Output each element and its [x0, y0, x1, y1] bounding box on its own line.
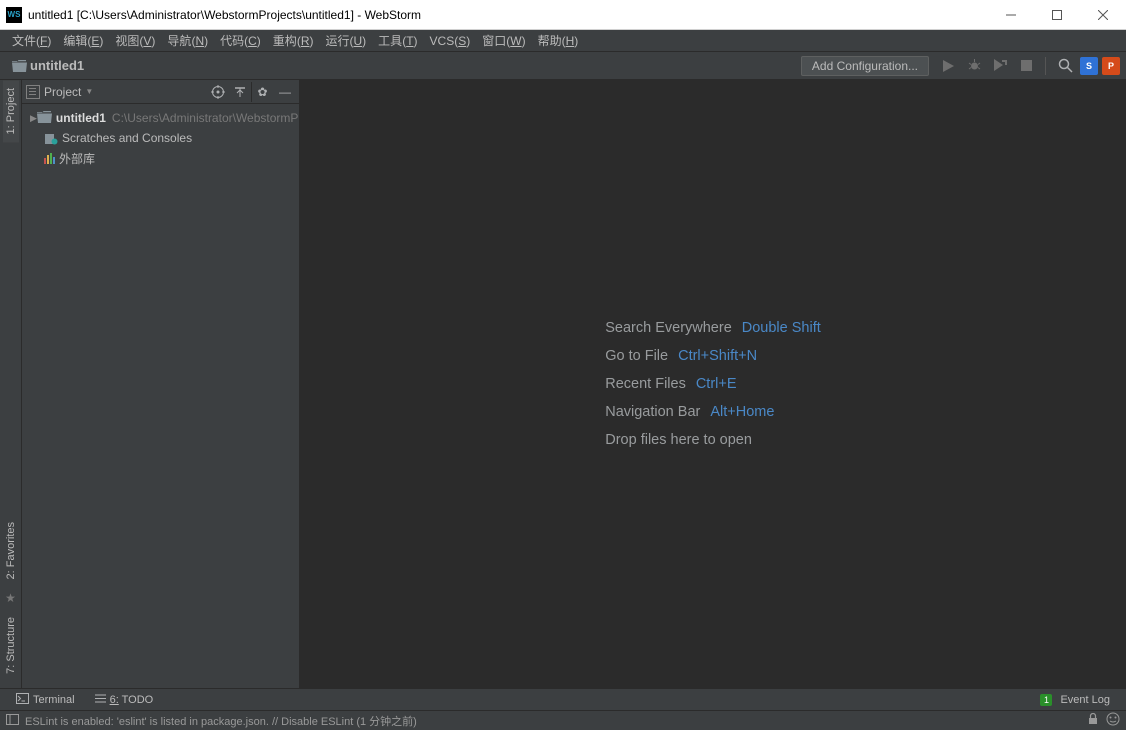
tool-window-toggle-icon[interactable]: [6, 714, 19, 728]
gear-icon[interactable]: ✿: [251, 82, 273, 102]
tree-scratches-label: Scratches and Consoles: [62, 131, 192, 145]
presentation-badge[interactable]: P: [1102, 57, 1120, 75]
minimize-button[interactable]: [988, 0, 1034, 30]
main-area: 1: Project 2: Favorites ★ 7: Structure P…: [0, 80, 1126, 688]
tool-tab-terminal[interactable]: Terminal: [6, 691, 85, 709]
expand-arrow-icon[interactable]: ▶: [30, 113, 37, 124]
tree-root-name: untitled1: [56, 111, 106, 125]
lock-icon[interactable]: [1088, 713, 1098, 728]
run-icon[interactable]: [935, 55, 961, 77]
tool-tab-project[interactable]: 1: Project: [3, 80, 19, 142]
hint-navigation-bar: Navigation BarAlt+Home: [605, 404, 821, 420]
project-panel-header: Project ▼ ✿ —: [22, 80, 299, 104]
close-button[interactable]: [1080, 0, 1126, 30]
bottom-tool-bar: Terminal 6: TODO 1 Event Log: [0, 688, 1126, 710]
search-icon[interactable]: [1052, 55, 1078, 77]
debug-icon[interactable]: [961, 55, 987, 77]
menu-window[interactable]: 窗口(W): [476, 30, 531, 51]
tool-tab-structure[interactable]: 7: Structure: [3, 609, 19, 682]
menu-navigate[interactable]: 导航(N): [161, 30, 214, 51]
window-titlebar: WS untitled1 [C:\Users\Administrator\Web…: [0, 0, 1126, 30]
star-icon: ★: [5, 591, 16, 605]
menu-run[interactable]: 运行(U): [319, 30, 372, 51]
translator-badge[interactable]: S: [1080, 57, 1098, 75]
collapse-all-icon[interactable]: [229, 82, 251, 102]
menu-tools[interactable]: 工具(T): [372, 30, 423, 51]
stop-icon[interactable]: [1013, 55, 1039, 77]
add-configuration-button[interactable]: Add Configuration...: [801, 56, 929, 76]
tree-root-path: C:\Users\Administrator\WebstormProjects\…: [112, 111, 299, 125]
folder-icon: [37, 111, 52, 126]
goofy-icon[interactable]: [1106, 712, 1120, 729]
todo-icon: [95, 693, 106, 707]
scratches-icon: [44, 133, 58, 144]
navigation-bar: untitled1 Add Configuration... S P: [0, 52, 1126, 80]
window-title: untitled1 [C:\Users\Administrator\Websto…: [28, 8, 421, 22]
event-log-label: Event Log: [1060, 694, 1110, 706]
hint-goto-file: Go to FileCtrl+Shift+N: [605, 348, 821, 364]
terminal-label: Terminal: [33, 694, 75, 706]
menu-code[interactable]: 代码(C): [214, 30, 267, 51]
app-icon: WS: [6, 7, 22, 23]
menu-refactor[interactable]: 重构(R): [267, 30, 320, 51]
tree-node-root[interactable]: ▶ untitled1 C:\Users\Administrator\Webst…: [22, 108, 299, 128]
chevron-down-icon[interactable]: ▼: [85, 87, 93, 96]
run-with-coverage-icon[interactable]: [987, 55, 1013, 77]
locate-icon[interactable]: [207, 82, 229, 102]
menu-file[interactable]: 文件(F): [6, 30, 57, 51]
project-panel: Project ▼ ✿ — ▶ untitled1 C:\Users\Admin…: [22, 80, 300, 688]
left-tool-gutter: 1: Project 2: Favorites ★ 7: Structure: [0, 80, 22, 688]
tool-tab-todo[interactable]: 6: TODO: [85, 691, 164, 709]
project-header-label[interactable]: Project: [44, 85, 81, 99]
menu-edit[interactable]: 编辑(E): [57, 30, 109, 51]
breadcrumb[interactable]: untitled1: [30, 58, 84, 73]
maximize-button[interactable]: [1034, 0, 1080, 30]
tree-node-external[interactable]: 外部库: [22, 148, 299, 168]
hint-recent-files: Recent FilesCtrl+E: [605, 376, 821, 392]
hide-panel-icon[interactable]: —: [273, 82, 295, 102]
status-bar: ESLint is enabled: 'eslint' is listed in…: [0, 710, 1126, 730]
project-tree[interactable]: ▶ untitled1 C:\Users\Administrator\Webst…: [22, 104, 299, 172]
menu-vcs[interactable]: VCS(S): [424, 32, 477, 50]
external-lib-icon: [44, 153, 55, 164]
hint-search-everywhere: Search EverywhereDouble Shift: [605, 320, 821, 336]
terminal-icon: [16, 693, 29, 707]
tool-tab-event-log[interactable]: 1 Event Log: [1030, 692, 1120, 708]
tool-tab-favorites[interactable]: 2: Favorites: [3, 514, 19, 587]
editor-hints: Search EverywhereDouble Shift Go to File…: [605, 308, 821, 460]
project-icon: [26, 85, 40, 99]
tree-node-scratches[interactable]: Scratches and Consoles: [22, 128, 299, 148]
menu-view[interactable]: 视图(V): [109, 30, 161, 51]
menu-bar: 文件(F) 编辑(E) 视图(V) 导航(N) 代码(C) 重构(R) 运行(U…: [0, 30, 1126, 52]
folder-icon: [12, 60, 26, 71]
tree-external-label: 外部库: [59, 150, 95, 167]
editor-area[interactable]: Search EverywhereDouble Shift Go to File…: [300, 80, 1126, 688]
event-badge-icon: 1: [1040, 694, 1052, 706]
hint-drop-files: Drop files here to open: [605, 432, 821, 448]
menu-help[interactable]: 帮助(H): [532, 30, 585, 51]
status-message: ESLint is enabled: 'eslint' is listed in…: [25, 713, 417, 729]
